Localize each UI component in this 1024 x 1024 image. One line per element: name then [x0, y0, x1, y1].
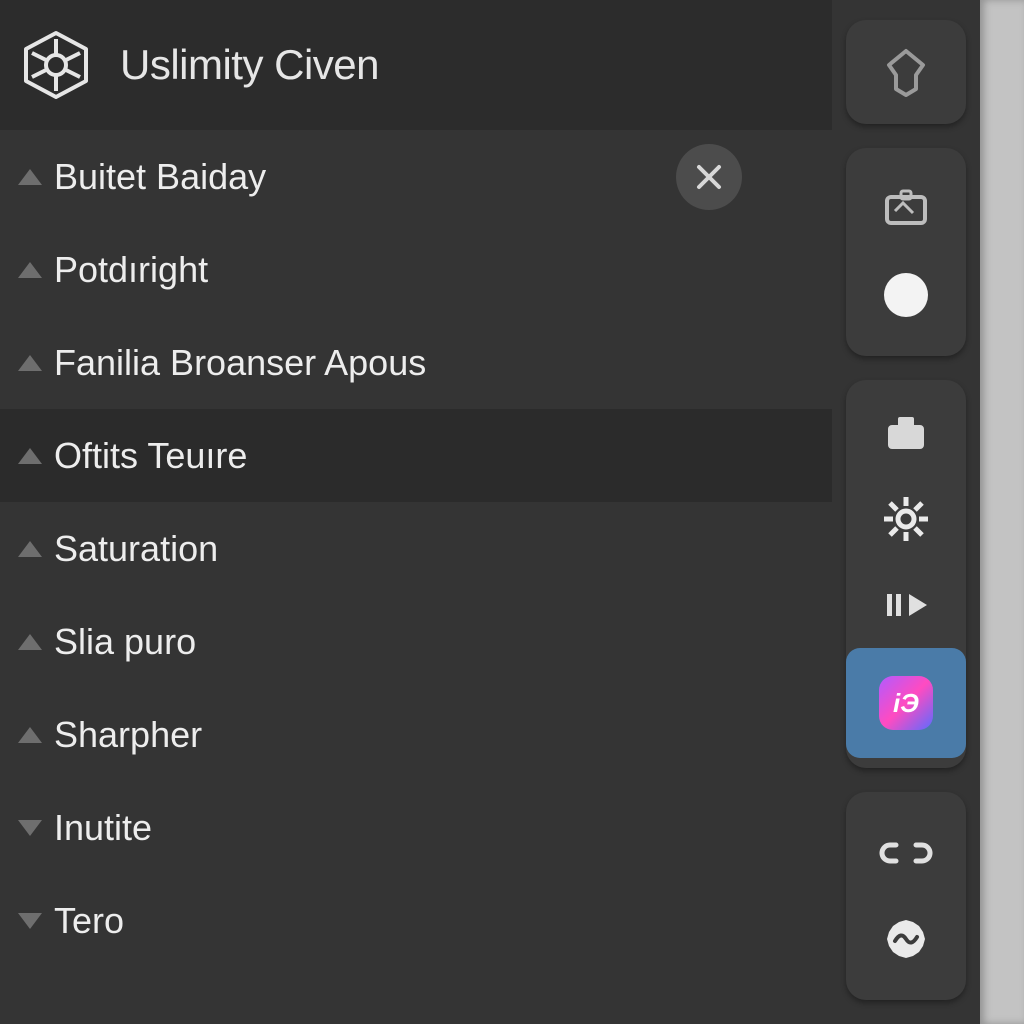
list-item-label: Inutite	[54, 807, 152, 849]
tool-sidebar: iЭ	[832, 0, 980, 1024]
circle-icon	[884, 273, 928, 317]
camera-button[interactable]	[846, 390, 966, 476]
triangle-up-icon	[18, 448, 42, 464]
play-icon	[881, 588, 931, 622]
pin-button[interactable]	[846, 42, 966, 102]
list-item-label: Saturation	[54, 528, 218, 570]
tool-group: iЭ	[846, 380, 966, 768]
wave-icon	[881, 914, 931, 964]
triangle-down-icon	[18, 913, 42, 929]
close-button[interactable]	[676, 144, 742, 210]
wave-button[interactable]	[846, 896, 966, 982]
app-root: Uslimity Civen Buitet Baiday Potdıright	[0, 0, 980, 1024]
main-column: Uslimity Civen Buitet Baiday Potdıright	[0, 0, 832, 1024]
triangle-up-icon	[18, 541, 42, 557]
link-button[interactable]	[846, 810, 966, 896]
list-item-label: Buitet Baiday	[54, 156, 266, 198]
list-item[interactable]: Inutite	[0, 781, 832, 874]
tool-group	[846, 792, 966, 1000]
close-icon	[694, 162, 724, 192]
circle-button[interactable]	[846, 252, 966, 338]
property-list: Buitet Baiday Potdıright Fanilia Broanse…	[0, 130, 832, 1024]
triangle-up-icon	[18, 634, 42, 650]
triangle-up-icon	[18, 355, 42, 371]
card-icon	[881, 189, 931, 229]
triangle-up-icon	[18, 262, 42, 278]
list-item[interactable]: Oftits Teuıre	[0, 409, 832, 502]
pin-icon	[881, 47, 931, 97]
list-item-label: Oftits Teuıre	[54, 435, 247, 477]
list-item[interactable]: Buitet Baiday	[0, 130, 832, 223]
gear-icon	[881, 494, 931, 544]
triangle-down-icon	[18, 820, 42, 836]
app-badge-button[interactable]: iЭ	[846, 648, 966, 758]
camera-icon	[882, 413, 930, 453]
list-item-label: Tero	[54, 900, 124, 942]
page-title: Uslimity Civen	[120, 41, 379, 89]
play-button[interactable]	[846, 562, 966, 648]
list-item-label: Potdıright	[54, 249, 208, 291]
app-badge-icon: iЭ	[879, 676, 933, 730]
list-item[interactable]: Sharpher	[0, 688, 832, 781]
app-logo-icon	[20, 29, 92, 101]
list-item[interactable]: Saturation	[0, 502, 832, 595]
card-button[interactable]	[846, 166, 966, 252]
list-item[interactable]: Fanilia Broanser Apous	[0, 316, 832, 409]
tool-group	[846, 148, 966, 356]
list-item-label: Fanilia Broanser Apous	[54, 342, 426, 384]
triangle-up-icon	[18, 727, 42, 743]
triangle-up-icon	[18, 169, 42, 185]
header: Uslimity Civen	[0, 0, 832, 130]
list-item[interactable]: Potdıright	[0, 223, 832, 316]
list-item[interactable]: Tero	[0, 874, 832, 967]
link-icon	[878, 841, 934, 865]
list-item-label: Sharpher	[54, 714, 202, 756]
list-item-label: Slia puro	[54, 621, 196, 663]
list-item[interactable]: Slia puro	[0, 595, 832, 688]
settings-button[interactable]	[846, 476, 966, 562]
right-gutter	[980, 0, 1024, 1024]
tool-group	[846, 20, 966, 124]
